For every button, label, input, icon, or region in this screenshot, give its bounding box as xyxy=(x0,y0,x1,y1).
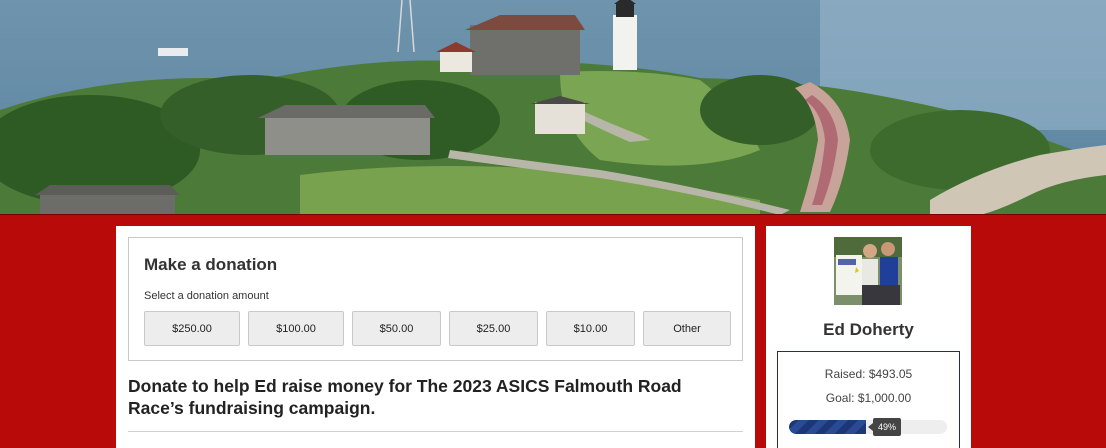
amount-label: Select a donation amount xyxy=(144,290,269,302)
amount-other-button[interactable]: Other xyxy=(643,311,731,346)
amount-50-button[interactable]: $50.00 xyxy=(352,311,441,346)
amount-10-button[interactable]: $10.00 xyxy=(546,311,635,346)
campaign-heading: Donate to help Ed raise money for The 20… xyxy=(128,376,682,418)
donation-title: Make a donation xyxy=(144,255,278,274)
amount-100-button[interactable]: $100.00 xyxy=(248,311,344,346)
hero-banner-image xyxy=(0,0,1106,215)
amount-options: $250.00 $100.00 $50.00 $25.00 $10.00 Oth… xyxy=(144,311,731,346)
donation-card: Make a donation Select a donation amount… xyxy=(116,226,755,448)
donation-box: Make a donation Select a donation amount… xyxy=(128,237,743,361)
raised-amount: Raised: $493.05 xyxy=(824,367,913,381)
amount-25-button[interactable]: $25.00 xyxy=(449,311,538,346)
amount-250-button[interactable]: $250.00 xyxy=(144,311,240,346)
avatar[interactable] xyxy=(834,237,902,305)
fundraiser-card: Ed Doherty Raised: $493.05 Goal: $1,000.… xyxy=(766,226,971,448)
progress-box: Raised: $493.05 Goal: $1,000.00 49% xyxy=(777,351,960,448)
fundraiser-name: Ed Doherty xyxy=(823,320,914,339)
divider xyxy=(128,431,743,432)
goal-amount: Goal: $1,000.00 xyxy=(825,391,912,405)
progress-bar-fill xyxy=(789,420,866,434)
progress-percent-badge: 49% xyxy=(867,418,902,436)
